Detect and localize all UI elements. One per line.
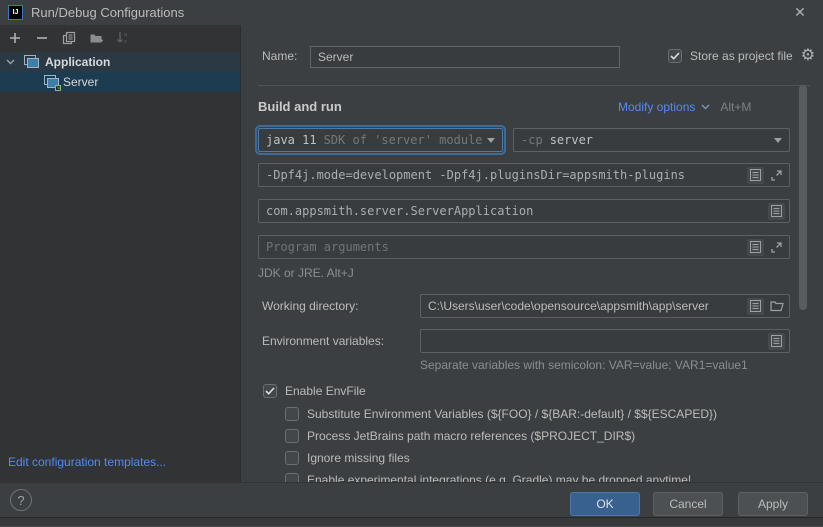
cp-prefix: -cp — [521, 133, 543, 147]
dialog-title: Run/Debug Configurations — [31, 5, 184, 20]
run-configuration-icon: ↘ — [44, 75, 60, 89]
program-arguments-input[interactable] — [266, 240, 743, 254]
jre-hint: JDK or JRE. Alt+J — [258, 266, 354, 280]
jre-hint-inline: SDK of 'server' module — [324, 133, 483, 147]
browse-folder-icon[interactable] — [768, 298, 785, 315]
working-directory-label: Working directory: — [262, 299, 358, 313]
combo-arrow-icon — [487, 138, 495, 143]
enable-envfile-checkbox[interactable] — [263, 384, 277, 398]
apply-button[interactable]: Apply — [738, 492, 808, 516]
expand-editor-icon[interactable] — [768, 167, 785, 184]
envfile-option-row: Process JetBrains path macro references … — [285, 429, 635, 443]
vertical-scrollbar[interactable] — [799, 85, 807, 310]
expand-list-icon[interactable] — [768, 333, 785, 350]
dialog-footer: ? OK Cancel Apply — [0, 482, 823, 517]
configurations-sidebar: a z Application ↘ Server Edit configurat… — [0, 25, 241, 482]
gear-icon[interactable]: ⚙ — [801, 49, 815, 63]
name-input[interactable] — [311, 50, 619, 64]
cp-value: server — [550, 133, 593, 147]
expand-editor-icon[interactable] — [768, 239, 785, 256]
tree-group-label: Application — [45, 55, 110, 69]
expand-list-icon[interactable] — [768, 203, 785, 220]
intellij-logo-icon: IJ — [8, 5, 23, 20]
classpath-combobox[interactable]: -cp server — [513, 128, 790, 152]
close-icon[interactable]: ✕ — [791, 3, 809, 21]
section-divider — [258, 85, 810, 86]
vm-options-field — [258, 163, 790, 187]
tree-item-server[interactable]: ↘ Server — [0, 72, 241, 92]
store-as-project-file-row: Store as project file ⚙ — [668, 49, 815, 63]
cancel-button[interactable]: Cancel — [653, 492, 723, 516]
svg-text:a: a — [124, 32, 128, 38]
build-and-run-header: Build and run — [258, 99, 342, 114]
vm-options-input[interactable] — [266, 168, 743, 182]
process-path-macro-checkbox[interactable] — [285, 429, 299, 443]
run-debug-configurations-dialog: IJ Run/Debug Configurations ✕ — [0, 0, 823, 517]
main-class-input[interactable] — [266, 204, 764, 218]
envfile-option-row: Enable experimental integrations (e.g. G… — [285, 473, 691, 482]
envfile-option-row: Substitute Environment Variables (${FOO}… — [285, 407, 717, 421]
configuration-form: Name: Store as project file ⚙ Build and … — [242, 25, 823, 482]
jre-value: java 11 — [266, 133, 317, 147]
expand-list-icon[interactable] — [747, 239, 764, 256]
store-as-project-file-checkbox[interactable] — [668, 49, 682, 63]
expand-list-icon[interactable] — [747, 298, 764, 315]
tree-group-application[interactable]: Application — [0, 52, 241, 72]
expand-list-icon[interactable] — [747, 167, 764, 184]
jre-combobox[interactable]: java 11 SDK of 'server' module — [258, 128, 503, 152]
add-configuration-icon[interactable] — [7, 30, 23, 46]
chevron-down-icon[interactable] — [6, 59, 18, 65]
edit-configuration-templates-link[interactable]: Edit configuration templates... — [8, 455, 166, 469]
experimental-integrations-label: Enable experimental integrations (e.g. G… — [307, 473, 691, 482]
environment-variables-hint: Separate variables with semicolon: VAR=v… — [420, 358, 748, 372]
sidebar-toolbar: a z — [0, 25, 240, 51]
tree-item-label: Server — [63, 75, 98, 89]
sort-configurations-icon[interactable]: a z — [115, 30, 131, 46]
main-class-field — [258, 199, 790, 223]
new-folder-icon[interactable] — [88, 30, 104, 46]
ignore-missing-files-checkbox[interactable] — [285, 451, 299, 465]
working-directory-field — [420, 294, 790, 318]
store-as-project-file-label: Store as project file — [690, 49, 793, 63]
copy-configuration-icon[interactable] — [61, 30, 77, 46]
environment-variables-input[interactable] — [428, 334, 764, 348]
name-field-wrap — [310, 46, 620, 68]
chevron-down-icon — [701, 104, 710, 110]
combo-arrow-icon — [774, 138, 782, 143]
environment-variables-label: Environment variables: — [262, 334, 384, 348]
ok-button[interactable]: OK — [570, 492, 640, 516]
working-directory-input[interactable] — [428, 299, 743, 313]
svg-text:z: z — [124, 39, 127, 45]
program-arguments-field — [258, 235, 790, 259]
environment-variables-field — [420, 329, 790, 353]
substitute-env-vars-label: Substitute Environment Variables (${FOO}… — [307, 407, 717, 421]
enable-envfile-row: Enable EnvFile — [263, 384, 366, 398]
titlebar: IJ Run/Debug Configurations ✕ — [0, 0, 823, 25]
modify-options-link[interactable]: Modify options — [618, 100, 695, 114]
substitute-env-vars-checkbox[interactable] — [285, 407, 299, 421]
enable-envfile-label: Enable EnvFile — [285, 384, 366, 398]
help-icon[interactable]: ? — [10, 489, 32, 511]
remove-configuration-icon[interactable] — [34, 30, 50, 46]
experimental-integrations-checkbox[interactable] — [285, 473, 299, 482]
background-window-strip — [0, 517, 823, 527]
ignore-missing-files-label: Ignore missing files — [307, 451, 410, 465]
application-type-icon — [24, 55, 40, 69]
modify-options-shortcut: Alt+M — [720, 100, 751, 114]
name-label: Name: — [262, 49, 297, 63]
envfile-option-row: Ignore missing files — [285, 451, 410, 465]
process-path-macro-label: Process JetBrains path macro references … — [307, 429, 635, 443]
